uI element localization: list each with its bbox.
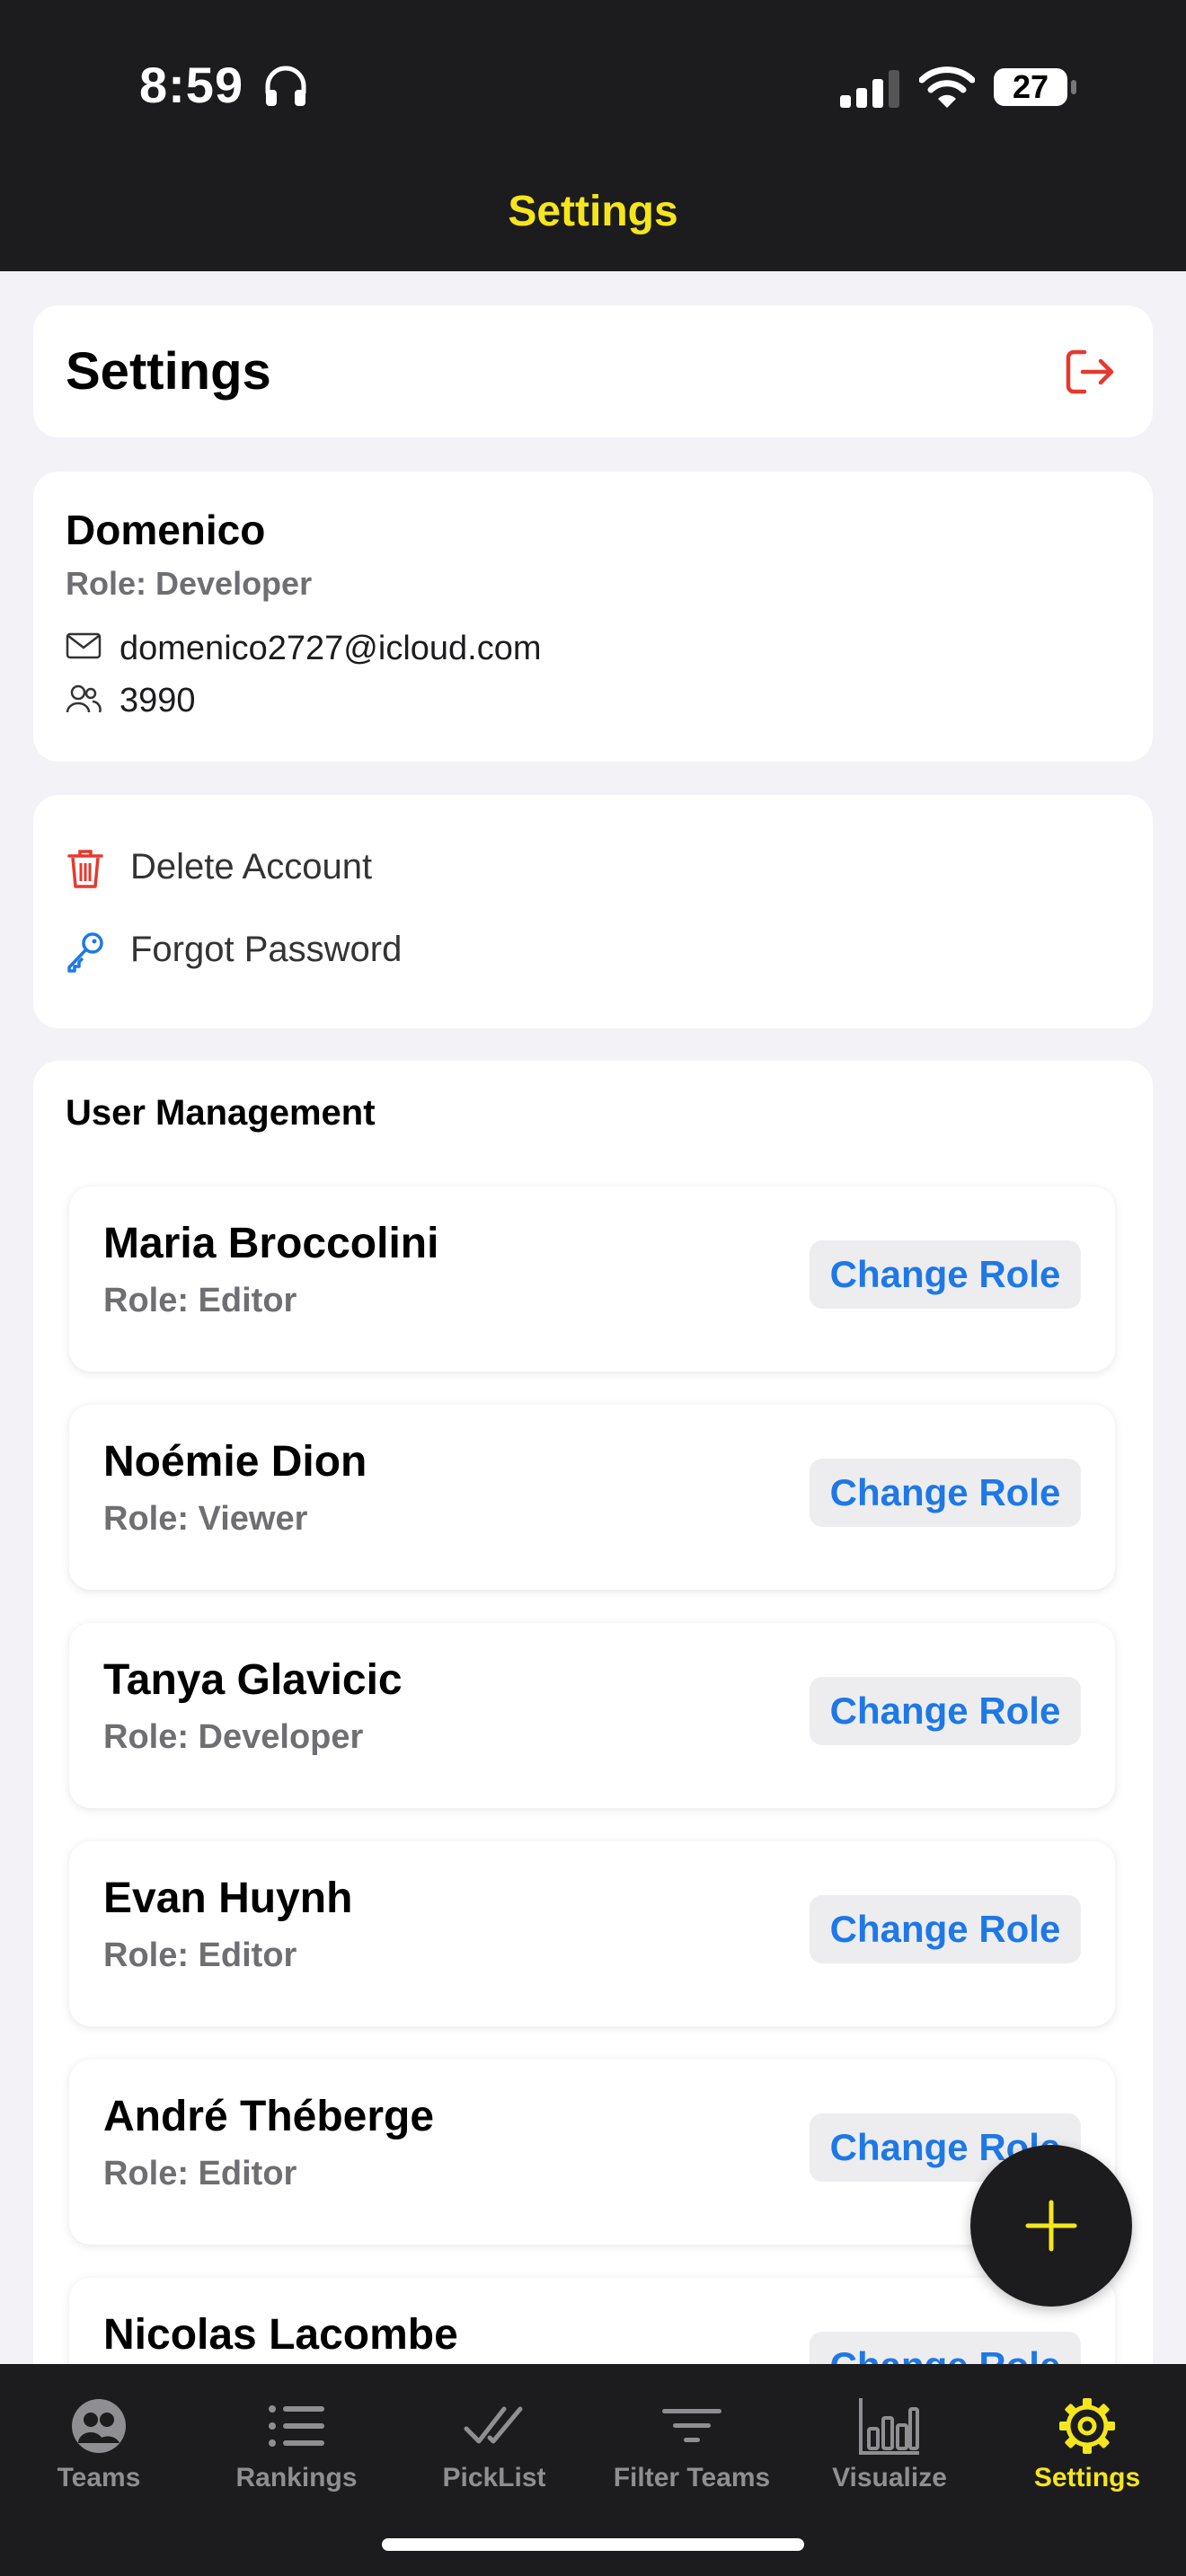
profile-email: domenico2727@icloud.com <box>119 630 542 667</box>
tab-picklist[interactable]: PickList <box>395 2364 593 2526</box>
user-name: Noémie Dion <box>103 1438 367 1486</box>
profile-name: Domenico <box>66 507 266 553</box>
change-role-button[interactable]: Change Role <box>810 1895 1081 1963</box>
user-role: Role: Editor <box>103 1936 297 1974</box>
user-role: Role: Viewer <box>103 1500 308 1538</box>
key-icon <box>67 932 103 973</box>
forgot-password-button[interactable]: Forgot Password <box>130 930 402 970</box>
status-bar: 8:59 27 Settings <box>0 0 1186 271</box>
profile-team-number: 3990 <box>119 682 196 719</box>
headphones-icon <box>265 66 306 106</box>
user-row: Tanya Glavicic Role: Developer Change Ro… <box>69 1623 1115 1808</box>
status-time: 8:59 <box>139 57 244 113</box>
user-row: André Théberge Role: Editor Change Role <box>69 2060 1115 2245</box>
page-title: Settings <box>66 342 271 401</box>
section-title: User Management <box>66 1093 376 1133</box>
tab-label: Visualize <box>832 2463 947 2492</box>
tab-label: Settings <box>1033 2463 1141 2492</box>
people-icon <box>66 684 102 713</box>
tab-rankings[interactable]: Rankings <box>198 2364 395 2526</box>
battery-level: 27 <box>1012 68 1049 105</box>
profile-card: Domenico Role: Developer domenico2727@ic… <box>33 472 1153 762</box>
user-name: Nicolas Lacombe <box>103 2311 458 2359</box>
user-name: Evan Huynh <box>103 1875 353 1922</box>
change-role-button[interactable]: Change Role <box>810 1240 1081 1309</box>
settings-header-card: Settings <box>33 305 1153 437</box>
user-name: Maria Broccolini <box>103 1220 439 1267</box>
user-row: Evan Huynh Role: Editor Change Role <box>69 1841 1115 2026</box>
user-role: Role: Editor <box>103 1282 297 1319</box>
change-role-button[interactable]: Change Role <box>810 1677 1081 1745</box>
cellular-signal-icon <box>840 70 899 108</box>
user-row: Maria Broccolini Role: Editor Change Rol… <box>69 1187 1115 1372</box>
add-button[interactable] <box>970 2145 1132 2307</box>
tab-settings[interactable]: Settings <box>988 2364 1186 2526</box>
delete-account-button[interactable]: Delete Account <box>130 847 372 887</box>
envelope-icon <box>66 632 102 659</box>
user-row: Noémie Dion Role: Viewer Change Role <box>69 1405 1115 1590</box>
tab-label: PickList <box>442 2463 546 2492</box>
user-name: Tanya Glavicic <box>103 1656 403 1704</box>
filter-icon <box>662 2409 721 2442</box>
change-role-button[interactable]: Change Role <box>810 1459 1081 1527</box>
bar-chart-icon <box>859 2398 919 2455</box>
teams-icon <box>72 2399 126 2453</box>
tab-label: Teams <box>57 2463 141 2492</box>
list-icon <box>269 2405 324 2447</box>
wifi-icon <box>919 66 975 108</box>
profile-role: Role: Developer <box>66 565 313 602</box>
tab-visualize[interactable]: Visualize <box>791 2364 988 2526</box>
user-role: Role: Editor <box>103 2155 297 2192</box>
tab-label: Filter Teams <box>613 2463 771 2492</box>
home-indicator[interactable] <box>382 2538 804 2551</box>
nav-title: Settings <box>508 188 678 235</box>
tab-teams[interactable]: Teams <box>0 2364 198 2526</box>
user-role: Role: Developer <box>103 1718 364 1756</box>
account-actions-card: Delete Account Forgot Password <box>33 795 1153 1028</box>
gear-icon <box>1059 2398 1115 2454</box>
logout-icon[interactable] <box>1063 345 1117 399</box>
tab-filter-teams[interactable]: Filter Teams <box>593 2364 791 2526</box>
user-name: André Théberge <box>103 2093 435 2140</box>
plus-icon <box>1025 2200 1077 2252</box>
checkmarks-icon <box>464 2406 523 2444</box>
trash-icon <box>67 850 103 888</box>
tab-label: Rankings <box>235 2463 358 2492</box>
